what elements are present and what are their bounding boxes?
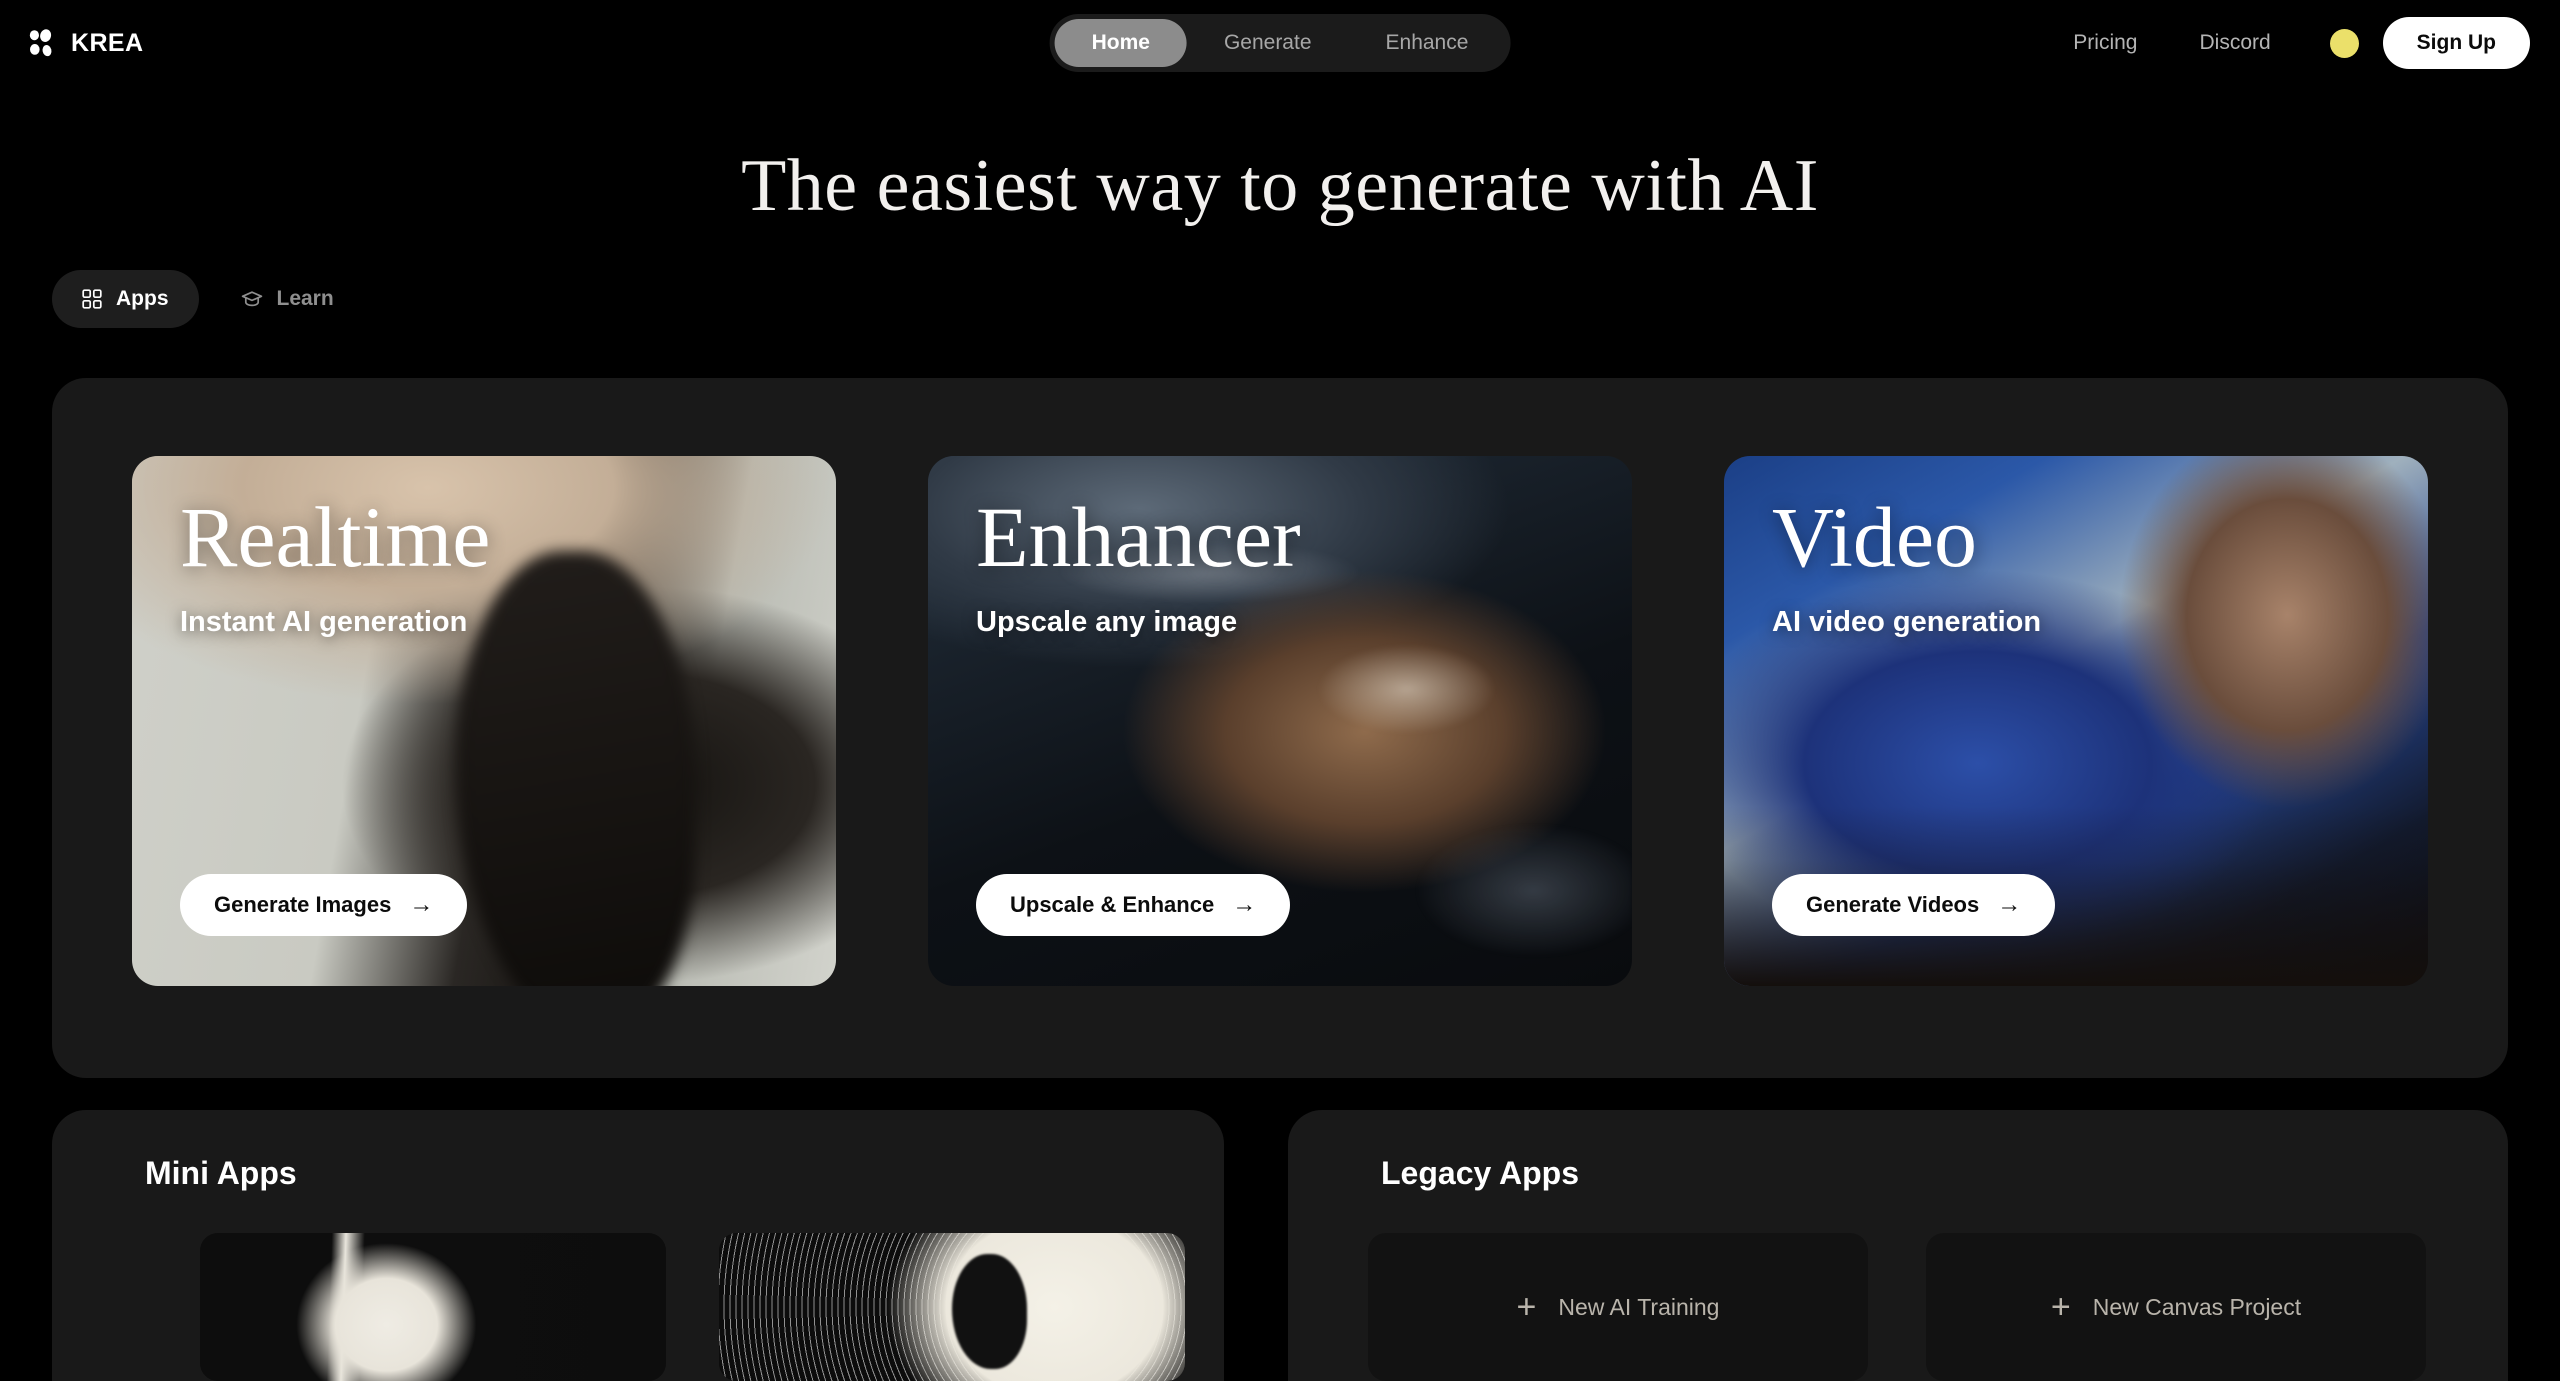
sign-up-button[interactable]: Sign Up: [2382, 17, 2530, 69]
brand-logo[interactable]: KREA: [28, 28, 143, 58]
generate-videos-label: Generate Videos: [1806, 892, 1980, 917]
card-title: Realtime: [180, 489, 491, 585]
new-ai-training-button[interactable]: + New AI Training: [1368, 1233, 1868, 1381]
card-title: Enhancer: [976, 489, 1301, 585]
mini-app-thumbnail: [719, 1233, 1185, 1381]
arrow-right-icon: →: [1997, 891, 2022, 918]
graduation-cap-icon: [241, 289, 263, 309]
brand-name: KREA: [71, 28, 144, 57]
app-card-realtime[interactable]: Realtime Instant AI generation Generate …: [132, 456, 836, 986]
grid-icon: [82, 289, 102, 309]
mini-app-thumbnail: [200, 1233, 666, 1381]
pricing-link[interactable]: Pricing: [2042, 31, 2168, 55]
section-tabs: Apps Learn: [52, 270, 364, 328]
top-header: KREA Home Generate Enhance Pricing Disco…: [0, 0, 2560, 86]
tab-learn[interactable]: Learn: [211, 270, 364, 328]
header-actions: Pricing Discord Sign Up: [2042, 17, 2530, 69]
legacy-apps-grid: + New AI Training + New Canvas Project: [1368, 1233, 2426, 1381]
plus-icon: +: [1516, 1288, 1537, 1326]
plus-icon: +: [2050, 1288, 2071, 1326]
legacy-apps-title: Legacy Apps: [1381, 1155, 1579, 1191]
nav-item-enhance[interactable]: Enhance: [1349, 19, 1506, 67]
generate-videos-button[interactable]: Generate Videos →: [1772, 874, 2056, 936]
new-canvas-project-label: New Canvas Project: [2092, 1293, 2302, 1320]
upscale-enhance-label: Upscale & Enhance: [1010, 892, 1215, 917]
mini-apps-panel: Mini Apps: [52, 1110, 1224, 1381]
krea-logo-icon: [28, 28, 58, 58]
app-card-video[interactable]: Video AI video generation Generate Video…: [1724, 456, 2428, 986]
page-title: The easiest way to generate with AI: [741, 145, 1819, 227]
nav-item-home[interactable]: Home: [1054, 19, 1187, 67]
app-card-list: Realtime Instant AI generation Generate …: [132, 456, 2428, 986]
card-subtitle: AI video generation: [1772, 606, 2042, 638]
generate-images-button[interactable]: Generate Images →: [180, 874, 468, 936]
primary-nav: Home Generate Enhance: [1049, 14, 1511, 72]
avatar[interactable]: [2329, 28, 2359, 58]
mini-app-tile[interactable]: [719, 1233, 1185, 1381]
tab-apps[interactable]: Apps: [52, 270, 199, 328]
apps-panel: Realtime Instant AI generation Generate …: [52, 378, 2508, 1078]
legacy-apps-panel: Legacy Apps + New AI Training + New Canv…: [1288, 1110, 2508, 1381]
new-ai-training-label: New AI Training: [1558, 1293, 1720, 1320]
card-subtitle: Instant AI generation: [180, 606, 468, 638]
app-card-enhancer[interactable]: Enhancer Upscale any image Upscale & Enh…: [928, 456, 1632, 986]
arrow-right-icon: →: [409, 891, 434, 918]
arrow-right-icon: →: [1232, 891, 1257, 918]
new-canvas-project-button[interactable]: + New Canvas Project: [1926, 1233, 2426, 1381]
card-subtitle: Upscale any image: [976, 606, 1238, 638]
tab-learn-label: Learn: [276, 287, 334, 310]
generate-images-label: Generate Images: [214, 892, 392, 917]
upscale-enhance-button[interactable]: Upscale & Enhance →: [976, 874, 1291, 936]
nav-item-generate[interactable]: Generate: [1187, 19, 1349, 67]
discord-link[interactable]: Discord: [2168, 31, 2301, 55]
tab-apps-label: Apps: [116, 287, 169, 310]
card-title: Video: [1772, 489, 1978, 585]
mini-apps-grid: [200, 1233, 1185, 1381]
mini-apps-title: Mini Apps: [145, 1155, 297, 1191]
mini-app-tile[interactable]: [200, 1233, 666, 1381]
